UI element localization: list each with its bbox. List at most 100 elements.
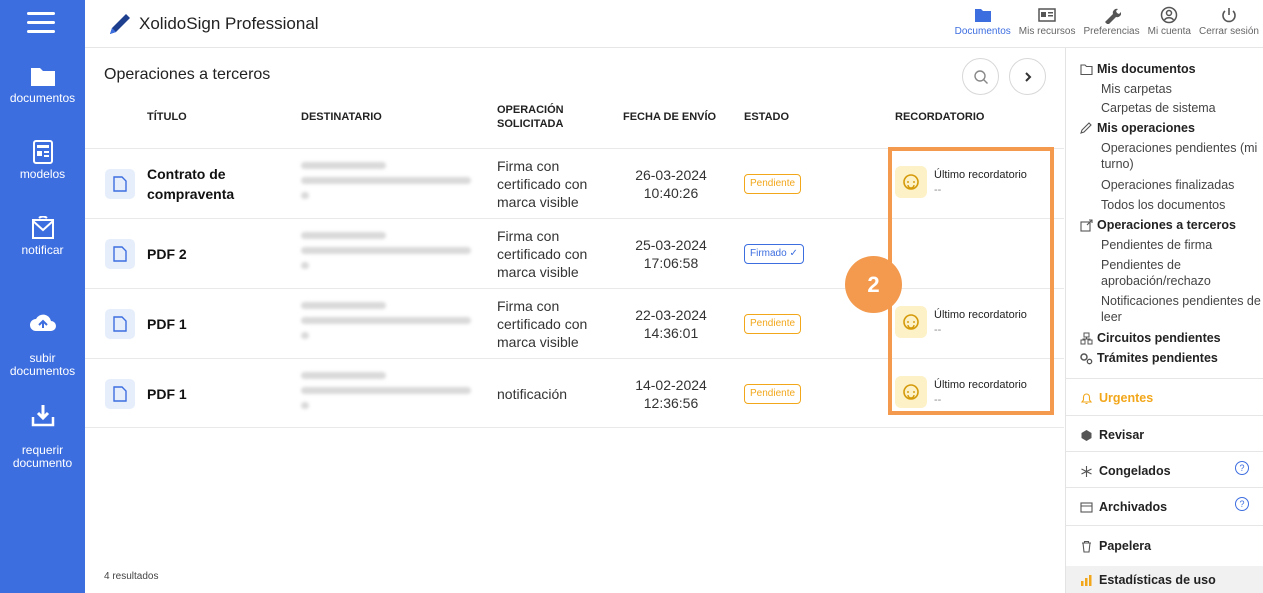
notify-icon	[31, 216, 54, 239]
main-content: Operaciones a terceros TÍTULO DESTINATAR…	[85, 48, 1064, 593]
reminder-icon	[895, 166, 927, 198]
rs-operaciones-pendientes[interactable]: Operaciones pendientes (mi turno)	[1101, 140, 1261, 172]
bar-chart-icon	[1081, 574, 1092, 586]
top-nav-mis-recursos-label: Mis recursos	[1018, 26, 1076, 37]
left-sidebar: documentos modelos notificar subir docum…	[0, 0, 85, 593]
rs-operaciones-terceros[interactable]: Operaciones a terceros	[1080, 218, 1236, 232]
rs-carpetas-sistema[interactable]: Carpetas de sistema	[1101, 100, 1261, 116]
search-icon	[973, 69, 988, 84]
rs-revisar[interactable]: Revisar	[1080, 428, 1144, 442]
rs-tramites-pendientes[interactable]: Trámites pendientes	[1080, 351, 1218, 365]
rs-mis-documentos[interactable]: Mis documentos	[1080, 62, 1196, 76]
download-icon	[31, 405, 54, 427]
reminder-icon	[895, 376, 927, 408]
reminder-label: Último recordatorio	[934, 309, 1027, 321]
row-date: 25-03-2024 17:06:58	[635, 237, 707, 271]
nav-modelos-label: modelos	[19, 167, 66, 181]
table-row[interactable]: PDF 1 Firma con certificado con marca vi…	[85, 288, 1064, 358]
page-title: Operaciones a terceros	[104, 66, 271, 83]
help-icon[interactable]: ?	[1235, 497, 1249, 511]
check-badge-icon: ✓	[789, 248, 798, 259]
next-button[interactable]	[1009, 58, 1046, 95]
rs-estadisticas[interactable]: Estadísticas de uso	[1066, 566, 1263, 593]
top-nav: Documentos Mis recursos Preferencias Mi …	[951, 6, 1263, 37]
row-title[interactable]: PDF 1	[147, 314, 297, 334]
nav-requerir-documento[interactable]: requerir documento	[0, 390, 85, 470]
rs-mis-operaciones[interactable]: Mis operaciones	[1080, 121, 1195, 135]
status-badge: Pendiente	[744, 384, 802, 404]
reminder-value: --	[934, 394, 942, 406]
wrench-icon	[1104, 8, 1121, 24]
folder-icon	[974, 9, 991, 22]
folder-icon	[30, 68, 55, 86]
share-icon	[1080, 218, 1093, 232]
chevron-right-icon	[1024, 71, 1031, 82]
nav-subir-documentos[interactable]: subir documentos	[0, 298, 85, 378]
top-nav-documentos[interactable]: Documentos	[951, 6, 1015, 37]
top-nav-documentos-label: Documentos	[954, 26, 1011, 37]
table-row[interactable]: Contrato de compraventa Firma con certif…	[85, 148, 1064, 218]
nav-notificar[interactable]: notificar	[0, 216, 85, 257]
document-icon	[105, 309, 135, 339]
row-title[interactable]: Contrato de compraventa	[147, 164, 297, 204]
reminder-value: --	[934, 324, 942, 336]
nav-modelos[interactable]: modelos	[0, 140, 85, 181]
bell-icon	[1080, 393, 1093, 404]
search-button[interactable]	[962, 58, 999, 95]
rs-congelados[interactable]: Congelados	[1080, 464, 1171, 478]
nav-notificar-label: notificar	[21, 243, 64, 257]
row-operation: Firma con certificado con marca visible	[497, 298, 588, 350]
top-nav-cerrar-sesion[interactable]: Cerrar sesión	[1195, 6, 1263, 37]
rs-operaciones-finalizadas[interactable]: Operaciones finalizadas	[1101, 177, 1261, 193]
template-icon	[32, 140, 53, 164]
nav-documentos[interactable]: documentos	[0, 64, 85, 105]
rs-mis-carpetas[interactable]: Mis carpetas	[1101, 81, 1261, 97]
recipient-blurred	[301, 367, 476, 417]
step-badge: 2	[845, 256, 902, 313]
header-estado[interactable]: ESTADO	[744, 110, 789, 124]
rs-todos-documentos[interactable]: Todos los documentos	[1101, 197, 1261, 213]
table-row[interactable]: PDF 2 Firma con certificado con marca vi…	[85, 218, 1064, 288]
reminder-cell: Último recordatorio --	[895, 306, 1055, 342]
help-icon[interactable]: ?	[1235, 461, 1249, 475]
document-icon	[105, 169, 135, 199]
header-destinatario[interactable]: DESTINATARIO	[301, 110, 382, 124]
top-nav-mi-cuenta[interactable]: Mi cuenta	[1144, 6, 1195, 37]
hamburger-menu-icon[interactable]	[27, 12, 55, 34]
rs-notificaciones-pendientes[interactable]: Notificaciones pendientes de leer	[1101, 293, 1261, 325]
rs-circuitos-pendientes[interactable]: Circuitos pendientes	[1080, 331, 1221, 345]
top-nav-preferencias[interactable]: Preferencias	[1079, 6, 1143, 37]
header-fecha-envio[interactable]: FECHA DE ENVÍO	[623, 110, 716, 124]
row-date: 26-03-2024 10:40:26	[635, 167, 707, 201]
status-badge: Pendiente	[744, 314, 802, 334]
table-row[interactable]: PDF 1 notificación 14-02-2024 12:36:56 Pe…	[85, 358, 1064, 428]
row-operation: Firma con certificado con marca visible	[497, 228, 588, 280]
top-nav-mi-cuenta-label: Mi cuenta	[1147, 26, 1191, 37]
header-titulo[interactable]: TÍTULO	[147, 110, 187, 124]
row-title[interactable]: PDF 2	[147, 244, 297, 264]
power-icon	[1222, 8, 1236, 23]
header-recordatorio[interactable]: RECORDATORIO	[895, 110, 984, 124]
top-nav-cerrar-sesion-label: Cerrar sesión	[1198, 26, 1259, 37]
top-header: XolidoSign Professional Documentos Mis r…	[85, 0, 1263, 48]
rs-pendientes-firma[interactable]: Pendientes de firma	[1101, 237, 1261, 253]
user-icon	[1161, 6, 1178, 24]
signature-icon	[1080, 121, 1092, 134]
review-icon	[1081, 429, 1092, 441]
circuit-icon	[1080, 332, 1093, 344]
document-icon	[105, 379, 135, 409]
header-operacion[interactable]: OPERACIÓN SOLICITADA	[497, 103, 592, 131]
snowflake-icon	[1081, 465, 1092, 477]
app-title: XolidoSign Professional	[139, 14, 319, 33]
rs-urgentes[interactable]: Urgentes	[1080, 391, 1153, 405]
top-nav-mis-recursos[interactable]: Mis recursos	[1015, 6, 1080, 37]
row-operation: Firma con certificado con marca visible	[497, 158, 588, 210]
gears-icon	[1080, 352, 1093, 364]
status-badge: Firmado ✓	[744, 244, 804, 264]
reminder-cell: Último recordatorio --	[895, 166, 1055, 202]
rs-archivados[interactable]: Archivados	[1080, 500, 1167, 514]
rs-pendientes-aprobacion[interactable]: Pendientes de aprobación/rechazo	[1101, 257, 1261, 289]
row-title[interactable]: PDF 1	[147, 384, 297, 404]
rs-papelera[interactable]: Papelera	[1080, 539, 1151, 553]
archive-icon	[1080, 501, 1093, 513]
